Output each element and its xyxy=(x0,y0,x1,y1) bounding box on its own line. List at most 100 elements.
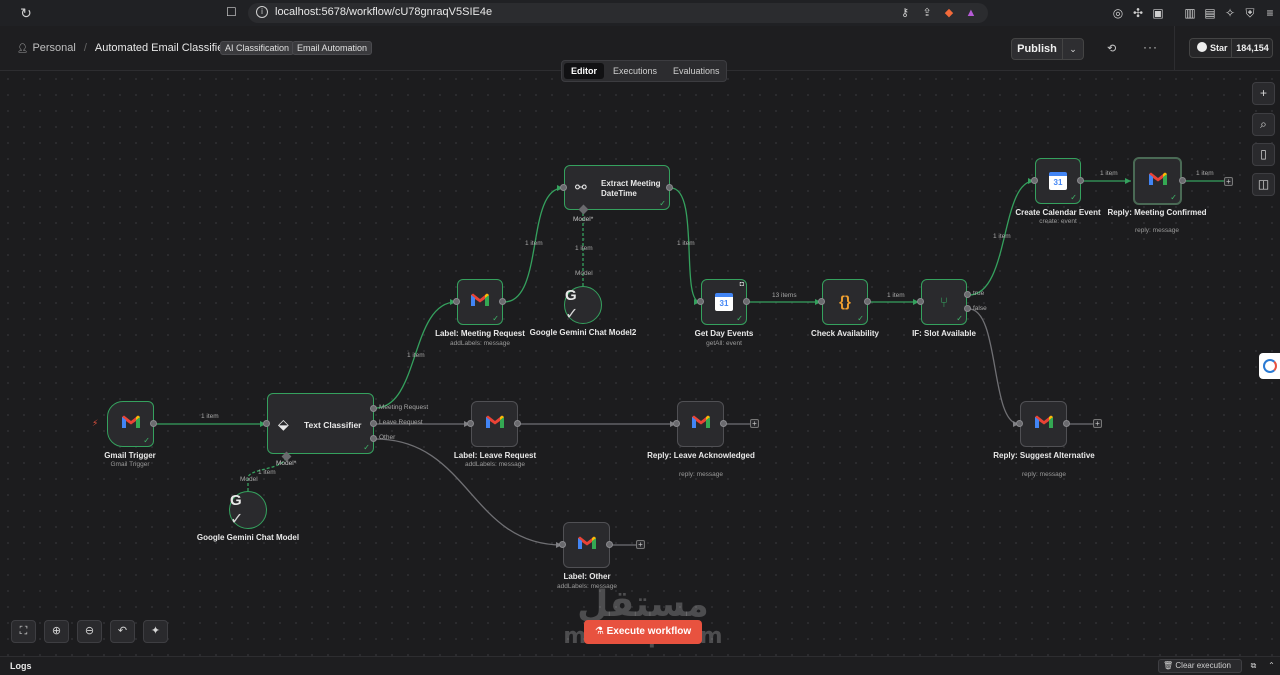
assistant-tab[interactable] xyxy=(1259,353,1280,379)
input-port[interactable] xyxy=(559,541,566,548)
fit-view-icon[interactable]: ⛶ xyxy=(11,620,36,643)
github-star-count[interactable]: 184,154 xyxy=(1233,39,1272,57)
search-icon[interactable]: ⌕ xyxy=(1252,113,1275,136)
input-port[interactable] xyxy=(1031,177,1038,184)
input-port[interactable] xyxy=(917,298,924,305)
node-label-other[interactable] xyxy=(563,522,610,568)
node-label-meeting[interactable]: ✓ xyxy=(457,279,503,325)
logs-panel-bar[interactable]: Logs 🗑︎ Clear execution ⧉ ⌃ xyxy=(0,656,1280,675)
input-port[interactable] xyxy=(673,420,680,427)
github-star[interactable]: Star xyxy=(1190,39,1232,57)
chevron-down-icon[interactable]: ⌄ xyxy=(1062,38,1084,60)
site-info-icon[interactable]: i xyxy=(256,6,268,18)
workflow-canvas[interactable]: 1 item 1 item 1 item 1 item 1 item 1 ite… xyxy=(0,71,1280,656)
node-reply-suggest[interactable] xyxy=(1020,401,1067,447)
node-if-slot[interactable]: ⑂ ✓ xyxy=(921,279,967,325)
undo-icon[interactable]: ↶ xyxy=(110,620,135,643)
execute-workflow-button[interactable]: ⚗ Execute workflow xyxy=(584,620,702,644)
gmail-icon xyxy=(577,535,597,555)
workflow-title[interactable]: Automated Email Classifier xyxy=(95,42,227,54)
output-port-true[interactable] xyxy=(964,291,971,298)
input-port[interactable] xyxy=(467,420,474,427)
input-port[interactable] xyxy=(560,184,567,191)
input-port[interactable] xyxy=(453,298,460,305)
success-check-icon: ✓ xyxy=(143,436,150,445)
output-port[interactable] xyxy=(1063,420,1070,427)
output-port[interactable] xyxy=(1077,177,1084,184)
extension-icon[interactable]: ◎ xyxy=(1110,5,1126,21)
node-extract-meeting[interactable]: ⚯ Extract Meeting DateTime ✓ xyxy=(564,165,670,210)
clear-execution-button[interactable]: 🗑︎ Clear execution xyxy=(1158,659,1242,673)
leo-icon[interactable]: ✧ xyxy=(1222,5,1238,21)
output-port-leave[interactable] xyxy=(370,420,377,427)
puzzle-icon[interactable]: ✣ xyxy=(1130,5,1146,21)
chevron-up-icon[interactable]: ⌃ xyxy=(1266,660,1277,671)
node-reply-leave[interactable] xyxy=(677,401,724,447)
sticky-note-icon[interactable]: ▯ xyxy=(1252,143,1275,166)
bookmark-icon[interactable]: ☐ xyxy=(226,5,237,19)
node-reply-confirmed[interactable]: ✓ xyxy=(1133,157,1182,205)
node-subtitle: addLabels: message xyxy=(450,340,510,347)
add-node-icon[interactable]: + xyxy=(1252,82,1275,105)
output-port[interactable] xyxy=(499,298,506,305)
key-icon[interactable]: ⚷ xyxy=(898,6,912,20)
share-icon[interactable]: ⇪ xyxy=(920,6,934,20)
brave-shield-icon[interactable]: ◆ xyxy=(942,6,956,20)
logs-title[interactable]: Logs xyxy=(10,661,32,671)
screenshot-icon[interactable]: ▣ xyxy=(1150,5,1166,21)
url-text[interactable]: localhost:5678/workflow/cU78gnraqV5SIE4e xyxy=(275,6,492,18)
add-node-button[interactable]: + xyxy=(1093,419,1102,428)
output-port[interactable] xyxy=(743,298,750,305)
success-check-icon: ✓ xyxy=(857,314,864,323)
tidy-up-icon[interactable]: ✦ xyxy=(143,620,168,643)
tab-evaluations[interactable]: Evaluations xyxy=(666,63,727,79)
node-gmail-trigger[interactable]: ✓ xyxy=(107,401,154,447)
output-port[interactable] xyxy=(1179,177,1186,184)
more-options-icon[interactable]: ··· xyxy=(1143,40,1158,54)
node-gemini-model2[interactable]: G ✓ xyxy=(564,286,602,324)
node-label-leave[interactable] xyxy=(471,401,518,447)
output-port[interactable] xyxy=(514,420,521,427)
node-get-day-events[interactable]: 31 ◘ ✓ xyxy=(701,279,747,325)
input-port[interactable] xyxy=(1016,420,1023,427)
output-port[interactable] xyxy=(720,420,727,427)
zoom-out-icon[interactable]: ⊖ xyxy=(77,620,102,643)
add-node-button[interactable]: + xyxy=(750,419,759,428)
menu-icon[interactable]: ≡ xyxy=(1262,5,1278,21)
input-port[interactable] xyxy=(697,298,704,305)
github-star-button[interactable]: Star 184,154 xyxy=(1189,38,1273,58)
view-tabs: Editor Executions Evaluations xyxy=(561,60,727,82)
success-check-icon: ✓ xyxy=(363,443,370,452)
pop-out-icon[interactable]: ⧉ xyxy=(1248,660,1259,671)
reload-icon[interactable]: ↻ xyxy=(18,5,34,21)
add-node-button[interactable]: + xyxy=(636,540,645,549)
node-gemini-model[interactable]: G ✓ xyxy=(229,491,267,529)
output-port[interactable] xyxy=(606,541,613,548)
output-port-other[interactable] xyxy=(370,435,377,442)
tab-editor[interactable]: Editor xyxy=(564,63,604,79)
publish-button[interactable]: Publish xyxy=(1011,38,1063,60)
output-port[interactable] xyxy=(666,184,673,191)
output-port-meeting[interactable] xyxy=(370,405,377,412)
panel-toggle-icon[interactable]: ◫ xyxy=(1252,173,1275,196)
history-icon[interactable]: ⟲ xyxy=(1107,42,1116,55)
sidebar-icon[interactable]: ▥ xyxy=(1182,5,1198,21)
add-node-button[interactable]: + xyxy=(1224,177,1233,186)
node-check-availability[interactable]: {} ✓ xyxy=(822,279,868,325)
output-port[interactable] xyxy=(864,298,871,305)
node-create-calendar[interactable]: 31 ✓ xyxy=(1035,158,1081,204)
rewards-icon[interactable]: ▲ xyxy=(964,6,978,20)
breadcrumb-owner[interactable]: Personal xyxy=(32,42,75,54)
tag-ai-classification[interactable]: AI Classification xyxy=(220,41,295,55)
input-port[interactable] xyxy=(263,420,270,427)
tab-executions[interactable]: Executions xyxy=(606,63,664,79)
wallet-icon[interactable]: ▤ xyxy=(1202,5,1218,21)
node-text-classifier[interactable]: ⬙ Text Classifier ✓ xyxy=(267,393,374,454)
address-bar[interactable]: i localhost:5678/workflow/cU78gnraqV5SIE… xyxy=(248,3,988,23)
tag-email-automation[interactable]: Email Automation xyxy=(292,41,373,55)
output-port-false[interactable] xyxy=(964,305,971,312)
output-port[interactable] xyxy=(150,420,157,427)
zoom-in-icon[interactable]: ⊕ xyxy=(44,620,69,643)
input-port[interactable] xyxy=(818,298,825,305)
vpn-icon[interactable]: ⛨ xyxy=(1242,5,1258,21)
